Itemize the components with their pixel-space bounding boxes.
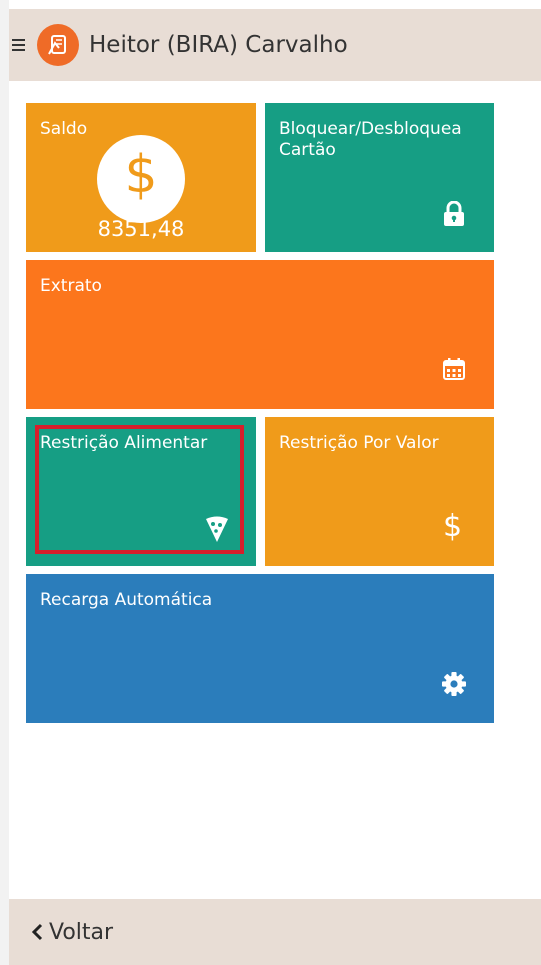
- app-logo-icon: [37, 24, 79, 66]
- back-button[interactable]: Voltar: [49, 920, 113, 945]
- footer-bar: Voltar: [9, 899, 541, 965]
- recarga-label: Recarga Automática: [40, 590, 213, 610]
- saldo-label: Saldo: [40, 119, 88, 139]
- restricao-valor-label: Restrição Por Valor: [279, 433, 439, 453]
- left-edge: [0, 0, 9, 965]
- restricao-valor-tile[interactable]: Restrição Por Valor $: [265, 417, 494, 566]
- extrato-label: Extrato: [40, 276, 102, 296]
- menu-icon[interactable]: [9, 35, 31, 55]
- gear-icon: [442, 672, 466, 696]
- lock-icon: [444, 201, 464, 226]
- dollar-symbol: $: [124, 145, 158, 205]
- chevron-left-icon[interactable]: [29, 923, 45, 941]
- bloquear-label: Bloquear/Desbloquea Cartão: [279, 119, 462, 161]
- app-header: Heitor (BIRA) Carvalho: [9, 9, 541, 81]
- dollar-icon: $: [443, 509, 463, 544]
- bloquear-label-line2: Cartão: [279, 140, 336, 160]
- calendar-icon: [443, 358, 465, 380]
- bloquear-label-line1: Bloquear/Desbloquea: [279, 119, 462, 139]
- dollar-icon: $: [97, 135, 185, 223]
- bloquear-cartao-tile[interactable]: Bloquear/Desbloquea Cartão: [265, 103, 494, 252]
- selection-highlight: [35, 425, 244, 554]
- extrato-tile[interactable]: Extrato: [26, 260, 494, 409]
- recarga-automatica-tile[interactable]: Recarga Automática: [26, 574, 494, 723]
- header-title: Heitor (BIRA) Carvalho: [89, 32, 348, 58]
- saldo-tile[interactable]: Saldo $ 8351,48: [26, 103, 256, 252]
- saldo-value: 8351,48: [97, 217, 185, 241]
